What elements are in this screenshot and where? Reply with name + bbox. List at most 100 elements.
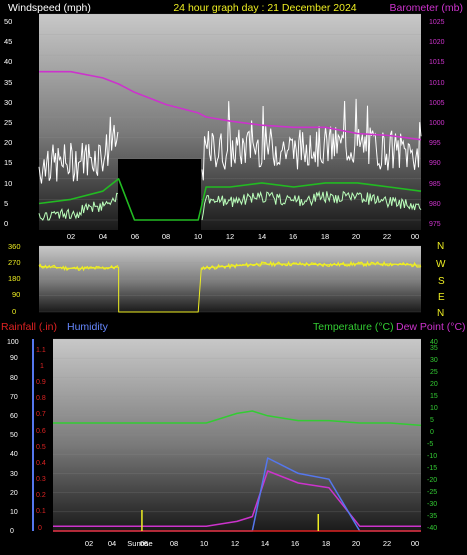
temp-ytick: 30 [430, 357, 438, 364]
barometer-label: Barometer (mb) [389, 2, 463, 14]
wind-xtick: 00 [411, 232, 419, 241]
temp-ytick: -25 [427, 489, 437, 496]
hum-ytick: 100 [7, 339, 19, 346]
wind-xtick: 20 [352, 232, 360, 241]
temp-ytick: -30 [427, 501, 437, 508]
wind-xtick: 10 [194, 232, 202, 241]
hum-ytick: 70 [10, 394, 18, 401]
temp-xtick: 12 [231, 539, 239, 548]
temperature-title: Temperature (°C) [313, 321, 394, 333]
temp-ytick: 25 [430, 369, 438, 376]
temp-xtick: 08 [170, 539, 178, 548]
temp-ytick: 5 [430, 417, 434, 424]
temp-ytick: 0 [430, 429, 434, 436]
rain-ytick: 0.5 [36, 444, 46, 451]
compass-label: S [438, 276, 445, 287]
dir-ytick: 180 [8, 274, 21, 283]
wind-ytick: 30 [4, 98, 12, 107]
compass-label: W [436, 259, 446, 270]
baro-ytick: 1025 [429, 19, 445, 26]
baro-ytick: 1015 [429, 59, 445, 66]
rain-ytick: 0.4 [36, 460, 46, 467]
temp-xtick: 00 [411, 539, 419, 548]
wind-ytick: 40 [4, 57, 12, 66]
wind-xtick: 14 [258, 232, 266, 241]
wind-xtick: 06 [131, 232, 139, 241]
wind-xtick: 16 [289, 232, 297, 241]
wind-ytick: 20 [4, 138, 12, 147]
dir-ytick: 90 [12, 290, 20, 299]
compass-label: N [437, 308, 444, 319]
graph-title: 24 hour graph day : 21 December 2024 [173, 2, 356, 14]
baro-ytick: 1000 [429, 120, 445, 127]
dir-ytick: 270 [8, 258, 21, 267]
wind-xtick: 02 [67, 232, 75, 241]
temp-xtick: 20 [352, 539, 360, 548]
temp-xtick: 22 [383, 539, 391, 548]
baro-ytick: 990 [429, 160, 441, 167]
compass-label: E [438, 292, 445, 303]
humidity-axis-bar [32, 339, 34, 531]
temp-ytick: 10 [430, 405, 438, 412]
rain-ytick: 0.6 [36, 428, 46, 435]
temp-ytick: -10 [427, 453, 437, 460]
baro-ytick: 1010 [429, 80, 445, 87]
wind-ytick: 0 [4, 219, 8, 228]
hum-ytick: 0 [10, 528, 14, 535]
temp-ytick: -20 [427, 477, 437, 484]
wind-ytick: 5 [4, 199, 8, 208]
baro-ytick: 975 [429, 221, 441, 228]
compass-label: N [437, 241, 444, 252]
hum-ytick: 90 [10, 355, 18, 362]
temp-ytick: 40 [430, 339, 438, 346]
hum-ytick: 10 [10, 509, 18, 516]
rain-ytick: 0.1 [36, 508, 46, 515]
baro-ytick: 985 [429, 181, 441, 188]
rain-ytick: 0.8 [36, 395, 46, 402]
wind-ytick: 50 [4, 17, 12, 26]
wind-xtick: 04 [99, 232, 107, 241]
temp-ytick: -15 [427, 465, 437, 472]
baro-ytick: 1020 [429, 39, 445, 46]
wind-xtick: 18 [321, 232, 329, 241]
temp-ytick: 20 [430, 381, 438, 388]
temp-xtick: 10 [200, 539, 208, 548]
dir-ytick: 360 [8, 242, 21, 251]
rain-ytick: 0.9 [36, 379, 46, 386]
temp-xtick: 02 [85, 539, 93, 548]
wind-ytick: 10 [4, 179, 12, 188]
windspeed-label: Windspeed (mph) [8, 2, 91, 14]
rain-ytick: 0.2 [36, 492, 46, 499]
temp-xtick: 16 [291, 539, 299, 548]
wind-ytick: 45 [4, 37, 12, 46]
temp-xtick: 18 [322, 539, 330, 548]
baro-ytick: 1005 [429, 100, 445, 107]
hum-ytick: 40 [10, 451, 18, 458]
rainfall-title: Rainfall (.in) [1, 321, 57, 333]
weather-graph: Windspeed (mph) 24 hour graph day : 21 D… [1, 2, 466, 548]
rain-ytick: 0.3 [36, 476, 46, 483]
temp-ytick: -40 [427, 525, 437, 532]
wind-xtick: 12 [226, 232, 234, 241]
hum-ytick: 60 [10, 413, 18, 420]
wind-ytick: 15 [4, 158, 12, 167]
wind-xtick: 22 [383, 232, 391, 241]
dewpoint-title: Dew Point (°C) [396, 321, 466, 333]
temp-ytick: -35 [427, 513, 437, 520]
rain-ytick: 1.1 [36, 347, 46, 354]
wind-ytick: 35 [4, 78, 12, 87]
wind-ytick: 25 [4, 118, 12, 127]
temp-xtick: 04 [108, 539, 116, 548]
hum-ytick: 20 [10, 490, 18, 497]
rain-ytick: 0.7 [36, 411, 46, 418]
temp-xtick: 14 [261, 539, 269, 548]
temp-ytick: 35 [430, 345, 438, 352]
rain-ytick: 0 [38, 525, 42, 532]
temp-ytick: -5 [427, 441, 433, 448]
hum-ytick: 50 [10, 432, 18, 439]
rain-ytick: 1 [40, 363, 44, 370]
dir-ytick: 0 [12, 307, 16, 316]
temp-xtick: 06 [140, 539, 148, 548]
humidity-title: Humidity [67, 321, 109, 333]
hum-ytick: 30 [10, 471, 18, 478]
